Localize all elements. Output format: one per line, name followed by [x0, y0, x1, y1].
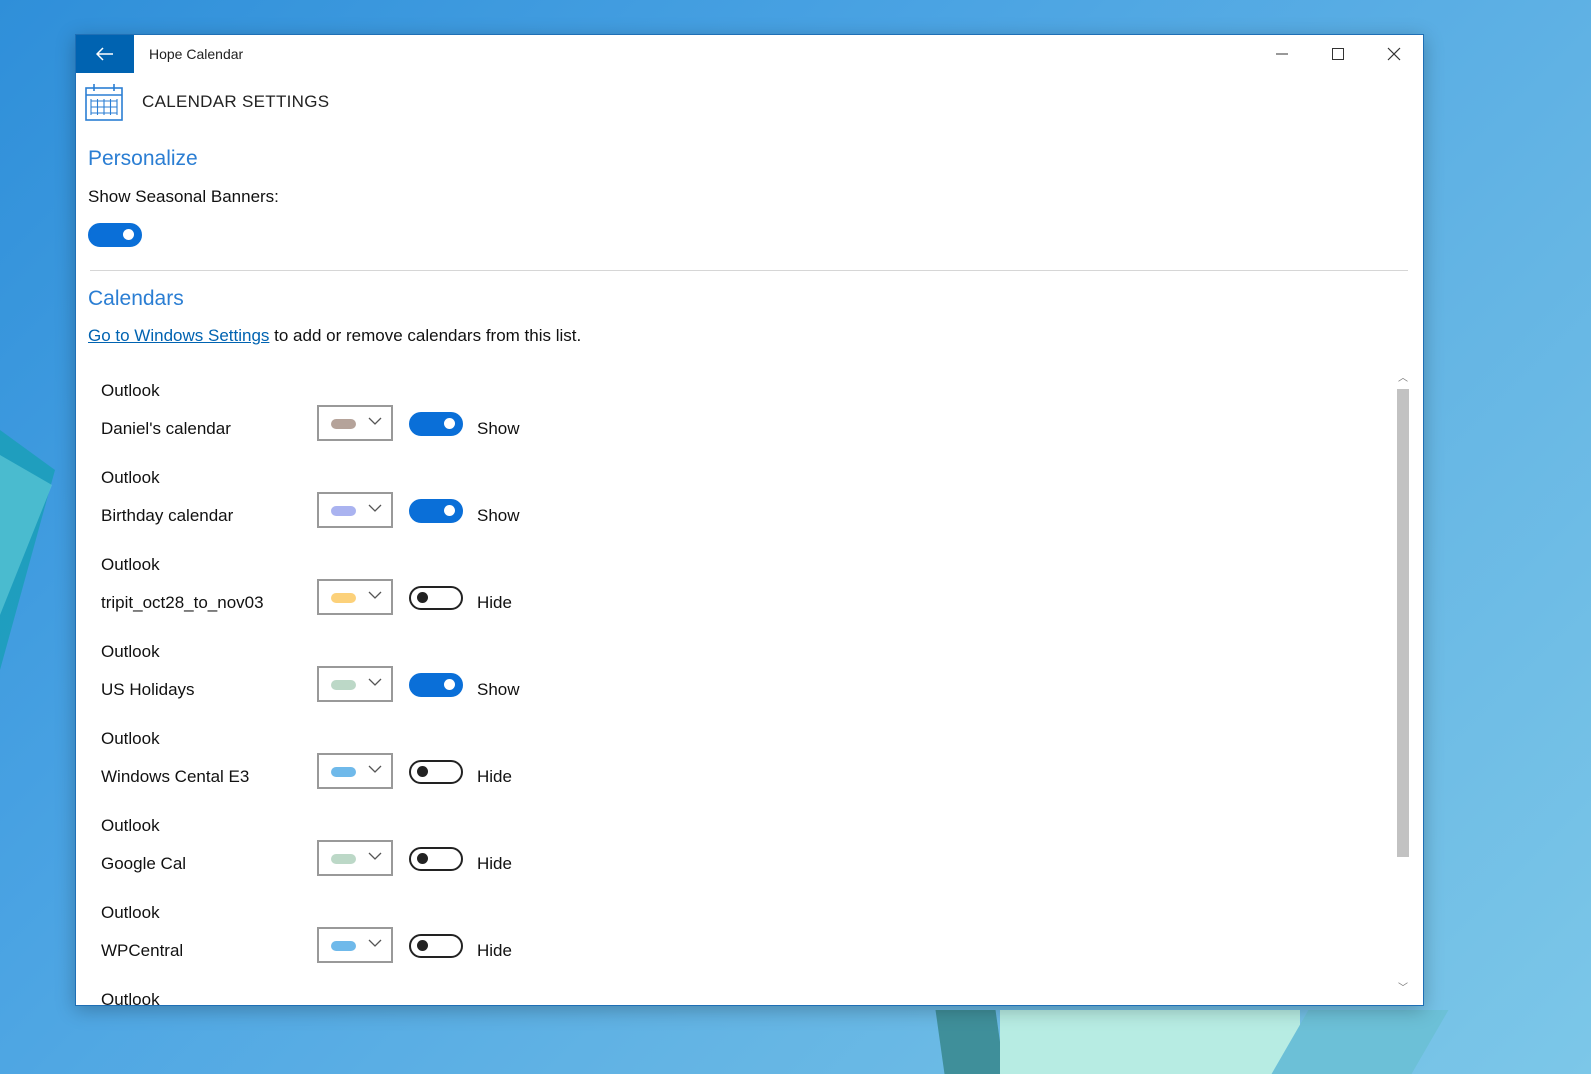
calendar-row: Outlook WPCentral Hide — [76, 897, 1391, 984]
calendar-provider: Outlook — [101, 903, 160, 922]
calendar-visibility-label: Hide — [477, 767, 512, 786]
back-button[interactable] — [76, 35, 134, 73]
windows-settings-link[interactable]: Go to Windows Settings — [88, 326, 269, 345]
calendar-provider: Outlook — [101, 816, 160, 835]
close-button[interactable] — [1366, 35, 1422, 73]
calendar-icon — [85, 84, 123, 121]
calendar-color-picker[interactable] — [317, 840, 393, 876]
calendar-name: tripit_oct28_to_nov03 — [101, 593, 264, 612]
color-swatch — [331, 419, 356, 429]
color-swatch — [331, 680, 356, 690]
app-window: Hope Calendar CALENDAR SETTINGS Personal… — [75, 34, 1424, 1006]
page-header: CALENDAR SETTINGS — [84, 81, 329, 123]
color-swatch — [331, 593, 356, 603]
calendar-list[interactable]: Outlook Daniel's calendar Show Outlook B… — [76, 375, 1391, 1005]
color-swatch — [331, 854, 356, 864]
calendar-color-picker[interactable] — [317, 579, 393, 615]
wallpaper-shard — [0, 455, 52, 615]
calendar-visibility-toggle[interactable] — [409, 586, 463, 610]
calendar-visibility-label: Show — [477, 680, 520, 699]
calendar-provider: Outlook — [101, 729, 160, 748]
toggle-knob — [444, 418, 455, 429]
toggle-knob — [417, 853, 428, 864]
calendar-row: Outlook Daniel's calendar Show — [76, 375, 1391, 462]
calendar-row: Outlook US Holidays Show — [76, 636, 1391, 723]
minimize-button[interactable] — [1254, 35, 1310, 73]
maximize-button[interactable] — [1310, 35, 1366, 73]
calendars-heading: Calendars — [88, 287, 184, 310]
scrollbar[interactable]: ︿ ﹀ — [1394, 373, 1412, 997]
toggle-knob — [417, 766, 428, 777]
minimize-icon — [1276, 53, 1288, 55]
calendar-row: Outlook — [76, 984, 1391, 1005]
color-swatch — [331, 506, 356, 516]
scroll-down-icon[interactable]: ﹀ — [1397, 983, 1409, 995]
calendar-provider: Outlook — [101, 642, 160, 661]
calendar-color-picker[interactable] — [317, 753, 393, 789]
calendar-visibility-label: Show — [477, 506, 520, 525]
toggle-knob — [444, 505, 455, 516]
calendar-row: Outlook tripit_oct28_to_nov03 Hide — [76, 549, 1391, 636]
settings-instruction: Go to Windows Settings to add or remove … — [88, 326, 581, 346]
calendar-name: Birthday calendar — [101, 506, 234, 525]
section-divider — [90, 270, 1408, 271]
back-arrow-icon — [96, 47, 113, 61]
chevron-down-icon — [368, 852, 382, 860]
color-swatch — [331, 767, 356, 777]
calendar-color-picker[interactable] — [317, 666, 393, 702]
close-icon — [1387, 47, 1401, 61]
calendar-color-picker[interactable] — [317, 492, 393, 528]
calendar-provider: Outlook — [101, 555, 160, 574]
toggle-knob — [444, 679, 455, 690]
color-swatch — [331, 941, 356, 951]
toggle-knob — [123, 229, 134, 240]
calendar-visibility-label: Hide — [477, 593, 512, 612]
calendar-visibility-toggle[interactable] — [409, 412, 463, 436]
personalize-heading: Personalize — [88, 147, 198, 170]
calendar-visibility-toggle[interactable] — [409, 673, 463, 697]
calendar-row: Outlook Windows Cental E3 Hide — [76, 723, 1391, 810]
calendar-visibility-toggle[interactable] — [409, 934, 463, 958]
calendar-name: Windows Cental E3 — [101, 767, 250, 786]
calendar-name: WPCentral — [101, 941, 184, 960]
toggle-knob — [417, 592, 428, 603]
calendar-color-picker[interactable] — [317, 405, 393, 441]
scroll-up-icon[interactable]: ︿ — [1397, 373, 1409, 385]
chevron-down-icon — [368, 939, 382, 947]
calendar-provider: Outlook — [101, 381, 160, 400]
calendar-color-picker[interactable] — [317, 927, 393, 963]
chevron-down-icon — [368, 591, 382, 599]
seasonal-banners-label: Show Seasonal Banners: — [88, 187, 279, 206]
seasonal-banners-toggle[interactable] — [88, 223, 142, 247]
app-title: Hope Calendar — [149, 46, 244, 62]
scrollbar-thumb[interactable] — [1397, 389, 1409, 857]
calendar-visibility-toggle[interactable] — [409, 847, 463, 871]
wallpaper-shard — [935, 1010, 1005, 1074]
chevron-down-icon — [368, 678, 382, 686]
calendar-visibility-label: Hide — [477, 854, 512, 873]
wallpaper-shard — [1000, 1010, 1300, 1074]
maximize-icon — [1332, 48, 1344, 60]
title-bar[interactable]: Hope Calendar — [76, 35, 1423, 73]
calendar-name: Daniel's calendar — [101, 419, 231, 438]
calendar-provider: Outlook — [101, 468, 160, 487]
chevron-down-icon — [368, 765, 382, 773]
calendar-visibility-label: Hide — [477, 941, 512, 960]
calendar-provider: Outlook — [101, 990, 160, 1005]
calendar-row: Outlook Google Cal Hide — [76, 810, 1391, 897]
calendar-row: Outlook Birthday calendar Show — [76, 462, 1391, 549]
calendar-visibility-label: Show — [477, 419, 520, 438]
calendar-visibility-toggle[interactable] — [409, 499, 463, 523]
calendar-visibility-toggle[interactable] — [409, 760, 463, 784]
settings-instruction-text: to add or remove calendars from this lis… — [269, 326, 582, 345]
toggle-knob — [417, 940, 428, 951]
chevron-down-icon — [368, 417, 382, 425]
calendar-name: US Holidays — [101, 680, 195, 699]
chevron-down-icon — [368, 504, 382, 512]
calendar-name: Google Cal — [101, 854, 187, 873]
page-title: CALENDAR SETTINGS — [142, 92, 330, 111]
